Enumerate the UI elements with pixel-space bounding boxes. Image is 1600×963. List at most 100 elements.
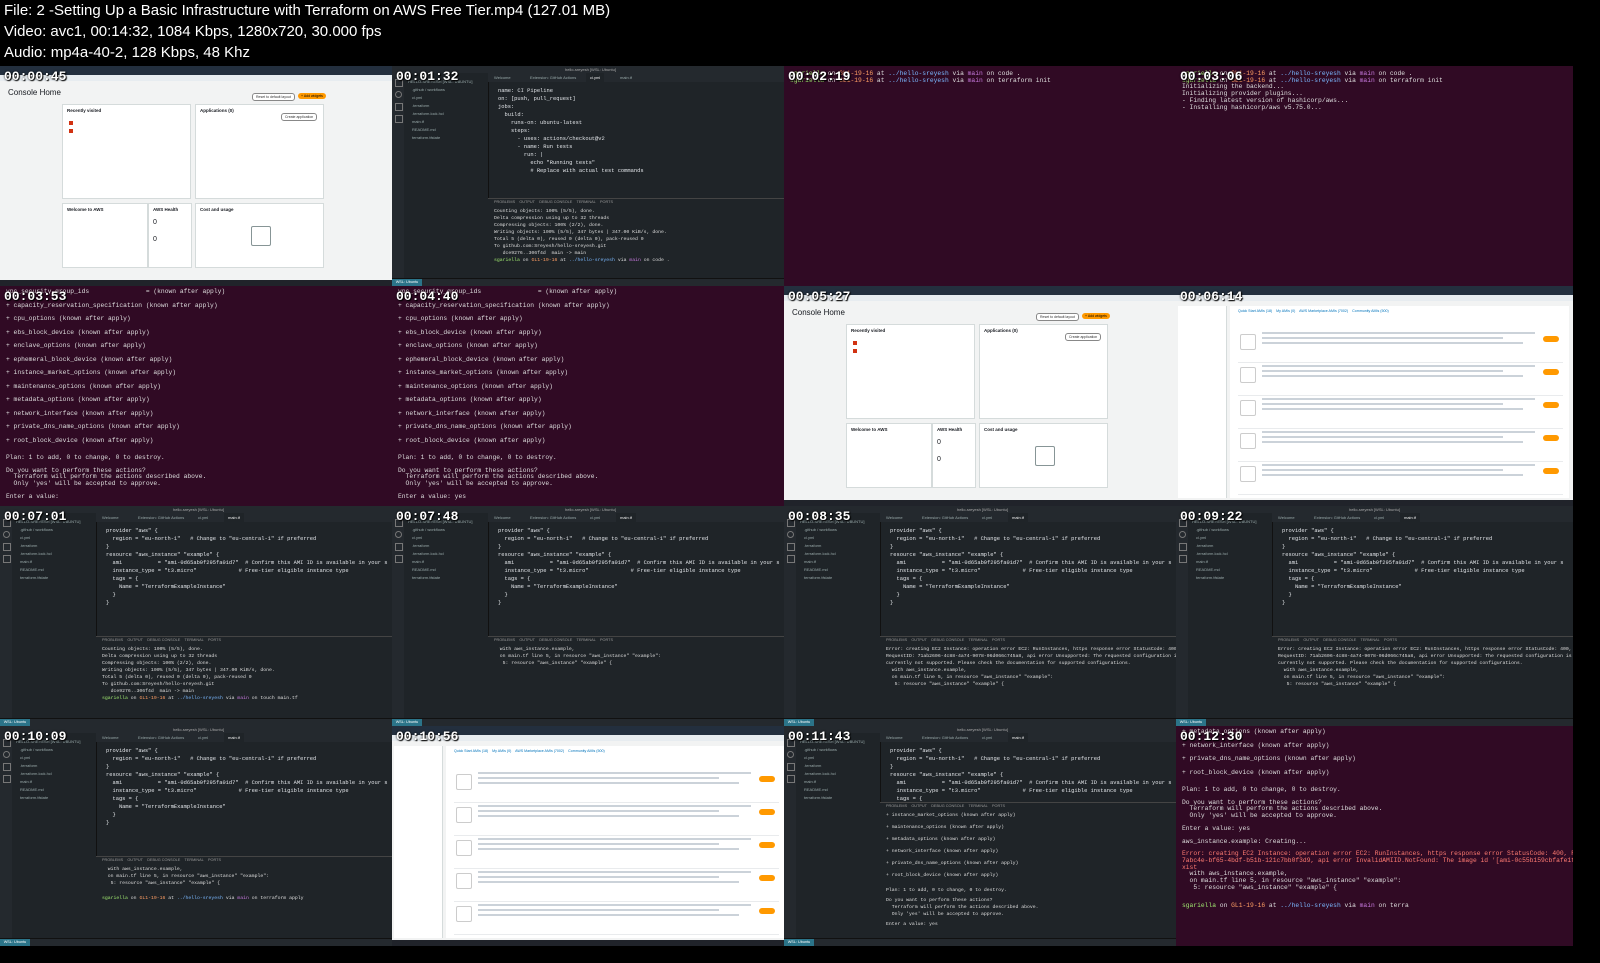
ami-row[interactable] (1238, 396, 1563, 429)
extensions-icon[interactable] (3, 775, 11, 783)
editor-tab[interactable]: Extension: GitHub Actions (526, 73, 580, 82)
remote-indicator[interactable]: WSL: Ubuntu (784, 719, 814, 726)
panel-tab[interactable]: PORTS (208, 858, 221, 862)
remote-indicator[interactable]: WSL: Ubuntu (0, 719, 30, 726)
panel-tab[interactable]: PROBLEMS (494, 200, 515, 204)
ami-row[interactable] (1238, 429, 1563, 462)
ami-row[interactable] (454, 869, 779, 902)
ami-select-button[interactable] (759, 776, 775, 782)
ami-row[interactable] (454, 836, 779, 869)
explorer-item[interactable]: main.tf (412, 559, 424, 564)
search-icon[interactable] (1179, 531, 1186, 538)
explorer-item[interactable]: terraform.tfstate (20, 575, 48, 580)
panel-tab[interactable]: DEBUG CONSOLE (539, 200, 572, 204)
editor-tab[interactable]: ci.yml (586, 73, 605, 82)
source-control-icon[interactable] (3, 763, 11, 771)
extensions-icon[interactable] (1179, 555, 1187, 563)
explorer-item[interactable]: .terraform.lock.hcl (804, 771, 836, 776)
explorer-item[interactable]: ci.yml (804, 535, 814, 540)
ami-select-button[interactable] (759, 875, 775, 881)
ami-select-button[interactable] (1543, 369, 1559, 375)
source-control-icon[interactable] (3, 543, 11, 551)
explorer-item[interactable]: .terraform (804, 543, 821, 548)
extensions-icon[interactable] (3, 555, 11, 563)
editor-tab[interactable]: Welcome (882, 513, 907, 522)
panel-tab[interactable]: DEBUG CONSOLE (147, 638, 180, 642)
explorer-item[interactable]: .terraform (804, 763, 821, 768)
search-icon[interactable] (3, 531, 10, 538)
ami-select-button[interactable] (1543, 435, 1559, 441)
reset-layout-button[interactable]: Reset to default layout (252, 93, 295, 101)
panel-tab[interactable]: PROBLEMS (886, 804, 907, 808)
explorer-item[interactable]: .github / workflows (20, 527, 53, 532)
ami-select-button[interactable] (759, 842, 775, 848)
explorer-item[interactable]: terraform.tfstate (20, 795, 48, 800)
explorer-item[interactable]: terraform.tfstate (412, 575, 440, 580)
explorer-item[interactable]: .terraform.lock.hcl (412, 111, 444, 116)
tab-quick-start-amis[interactable]: Quick Start AMIs (18) (1238, 309, 1272, 313)
explorer-item[interactable]: README.md (804, 567, 828, 572)
explorer-item[interactable]: .github / workflows (20, 747, 53, 752)
ami-row[interactable] (1238, 363, 1563, 396)
create-application-button[interactable]: Create application (281, 113, 318, 121)
ami-row[interactable] (454, 803, 779, 836)
editor-tab[interactable]: ci.yml (194, 733, 212, 742)
editor-tab[interactable]: ci.yml (194, 513, 212, 522)
explorer-item[interactable]: ci.yml (804, 755, 814, 760)
panel-tab[interactable]: OUTPUT (911, 804, 927, 808)
editor-tab[interactable]: main.tf (1008, 513, 1029, 522)
explorer-item[interactable]: main.tf (20, 779, 32, 784)
editor-tab[interactable]: Extension: GitHub Actions (134, 513, 188, 522)
editor-tab[interactable]: Welcome (98, 733, 123, 742)
ami-select-button[interactable] (1543, 402, 1559, 408)
panel-tab[interactable]: OUTPUT (127, 638, 143, 642)
extensions-icon[interactable] (395, 555, 403, 563)
editor-tab[interactable]: Extension: GitHub Actions (1310, 513, 1364, 522)
editor-tab[interactable]: Welcome (882, 733, 907, 742)
panel-tab[interactable]: PORTS (992, 638, 1005, 642)
explorer-item[interactable]: .terraform (20, 543, 37, 548)
tab-marketplace-amis[interactable]: AWS Marketplace AMIs (7002) (1299, 309, 1348, 313)
source-control-icon[interactable] (787, 763, 795, 771)
panel-tab[interactable]: TERMINAL (185, 858, 204, 862)
ami-row[interactable] (454, 770, 779, 803)
explorer-item[interactable]: main.tf (804, 559, 816, 564)
explorer-item[interactable]: README.md (20, 787, 44, 792)
panel-tab[interactable]: PROBLEMS (886, 638, 907, 642)
explorer-item[interactable]: ci.yml (412, 535, 422, 540)
panel-tab[interactable]: OUTPUT (1303, 638, 1319, 642)
tab-quick-start-amis[interactable]: Quick Start AMIs (18) (454, 749, 488, 753)
panel-tab[interactable]: TERMINAL (969, 638, 988, 642)
remote-indicator[interactable]: WSL: Ubuntu (392, 279, 422, 286)
panel-tab[interactable]: TERMINAL (185, 638, 204, 642)
editor-tab[interactable]: Welcome (98, 513, 123, 522)
explorer-item[interactable]: README.md (1196, 567, 1220, 572)
editor-tab[interactable]: ci.yml (1370, 513, 1388, 522)
explorer-item[interactable]: main.tf (20, 559, 32, 564)
extensions-icon[interactable] (787, 555, 795, 563)
explorer-item[interactable]: README.md (20, 567, 44, 572)
extensions-icon[interactable] (787, 775, 795, 783)
explorer-item[interactable]: .github / workflows (412, 527, 445, 532)
editor-tab[interactable]: ci.yml (586, 513, 604, 522)
panel-tab[interactable]: DEBUG CONSOLE (1323, 638, 1356, 642)
add-widgets-button[interactable]: + Add widgets (298, 93, 326, 99)
ami-row[interactable] (454, 902, 779, 935)
search-icon[interactable] (395, 531, 402, 538)
explorer-item[interactable]: .terraform (1196, 543, 1213, 548)
panel-tab[interactable]: PORTS (208, 638, 221, 642)
explorer-item[interactable]: main.tf (412, 119, 424, 124)
panel-tab[interactable]: DEBUG CONSOLE (539, 638, 572, 642)
panel-tab[interactable]: DEBUG CONSOLE (147, 858, 180, 862)
panel-tab[interactable]: PROBLEMS (494, 638, 515, 642)
editor-tab[interactable]: main.tf (616, 513, 637, 522)
panel-tab[interactable]: TERMINAL (577, 200, 596, 204)
explorer-item[interactable]: README.md (412, 127, 436, 132)
explorer-item[interactable]: .github / workflows (412, 87, 445, 92)
ami-row[interactable] (1238, 462, 1563, 495)
panel-tab[interactable]: OUTPUT (127, 858, 143, 862)
search-icon[interactable] (787, 531, 794, 538)
remote-indicator[interactable]: WSL: Ubuntu (1176, 719, 1206, 726)
explorer-item[interactable]: main.tf (1196, 559, 1208, 564)
panel-tab[interactable]: PORTS (1384, 638, 1397, 642)
